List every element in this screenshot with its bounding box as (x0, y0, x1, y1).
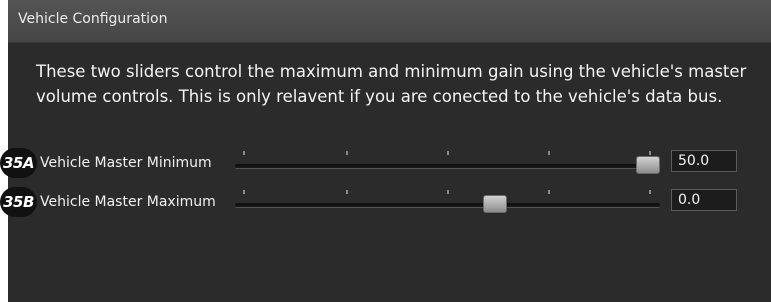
slider-label-maximum: Vehicle Master Maximum (40, 194, 216, 210)
slider-thumb-maximum[interactable] (483, 195, 508, 213)
slider-tick (243, 151, 245, 155)
panel-header: Vehicle Configuration (8, 0, 771, 43)
slider-row-minimum: 35A Vehicle Master Minimum (0, 148, 771, 178)
slider-thumb-minimum[interactable] (636, 156, 661, 174)
value-field-minimum[interactable] (671, 150, 737, 172)
slider-tick (243, 190, 245, 194)
slider-tick (346, 151, 348, 155)
callout-badge-35b: 35B (0, 187, 37, 217)
slider-row-maximum: 35B Vehicle Master Maximum (0, 187, 771, 217)
slider-label-minimum: Vehicle Master Minimum (40, 155, 212, 171)
slider-tick (447, 151, 449, 155)
slider-tick (346, 190, 348, 194)
slider-tick (548, 151, 550, 155)
slider-track-maximum[interactable] (235, 190, 660, 213)
value-field-maximum[interactable] (671, 189, 737, 211)
slider-tick (649, 190, 651, 194)
callout-badge-35a: 35A (0, 148, 37, 178)
description-text: These two sliders control the maximum an… (36, 62, 747, 106)
slider-tick (447, 190, 449, 194)
slider-tick (649, 151, 651, 155)
panel-title: Vehicle Configuration (18, 11, 168, 27)
slider-track-minimum[interactable] (235, 151, 661, 174)
slider-tick (548, 190, 550, 194)
